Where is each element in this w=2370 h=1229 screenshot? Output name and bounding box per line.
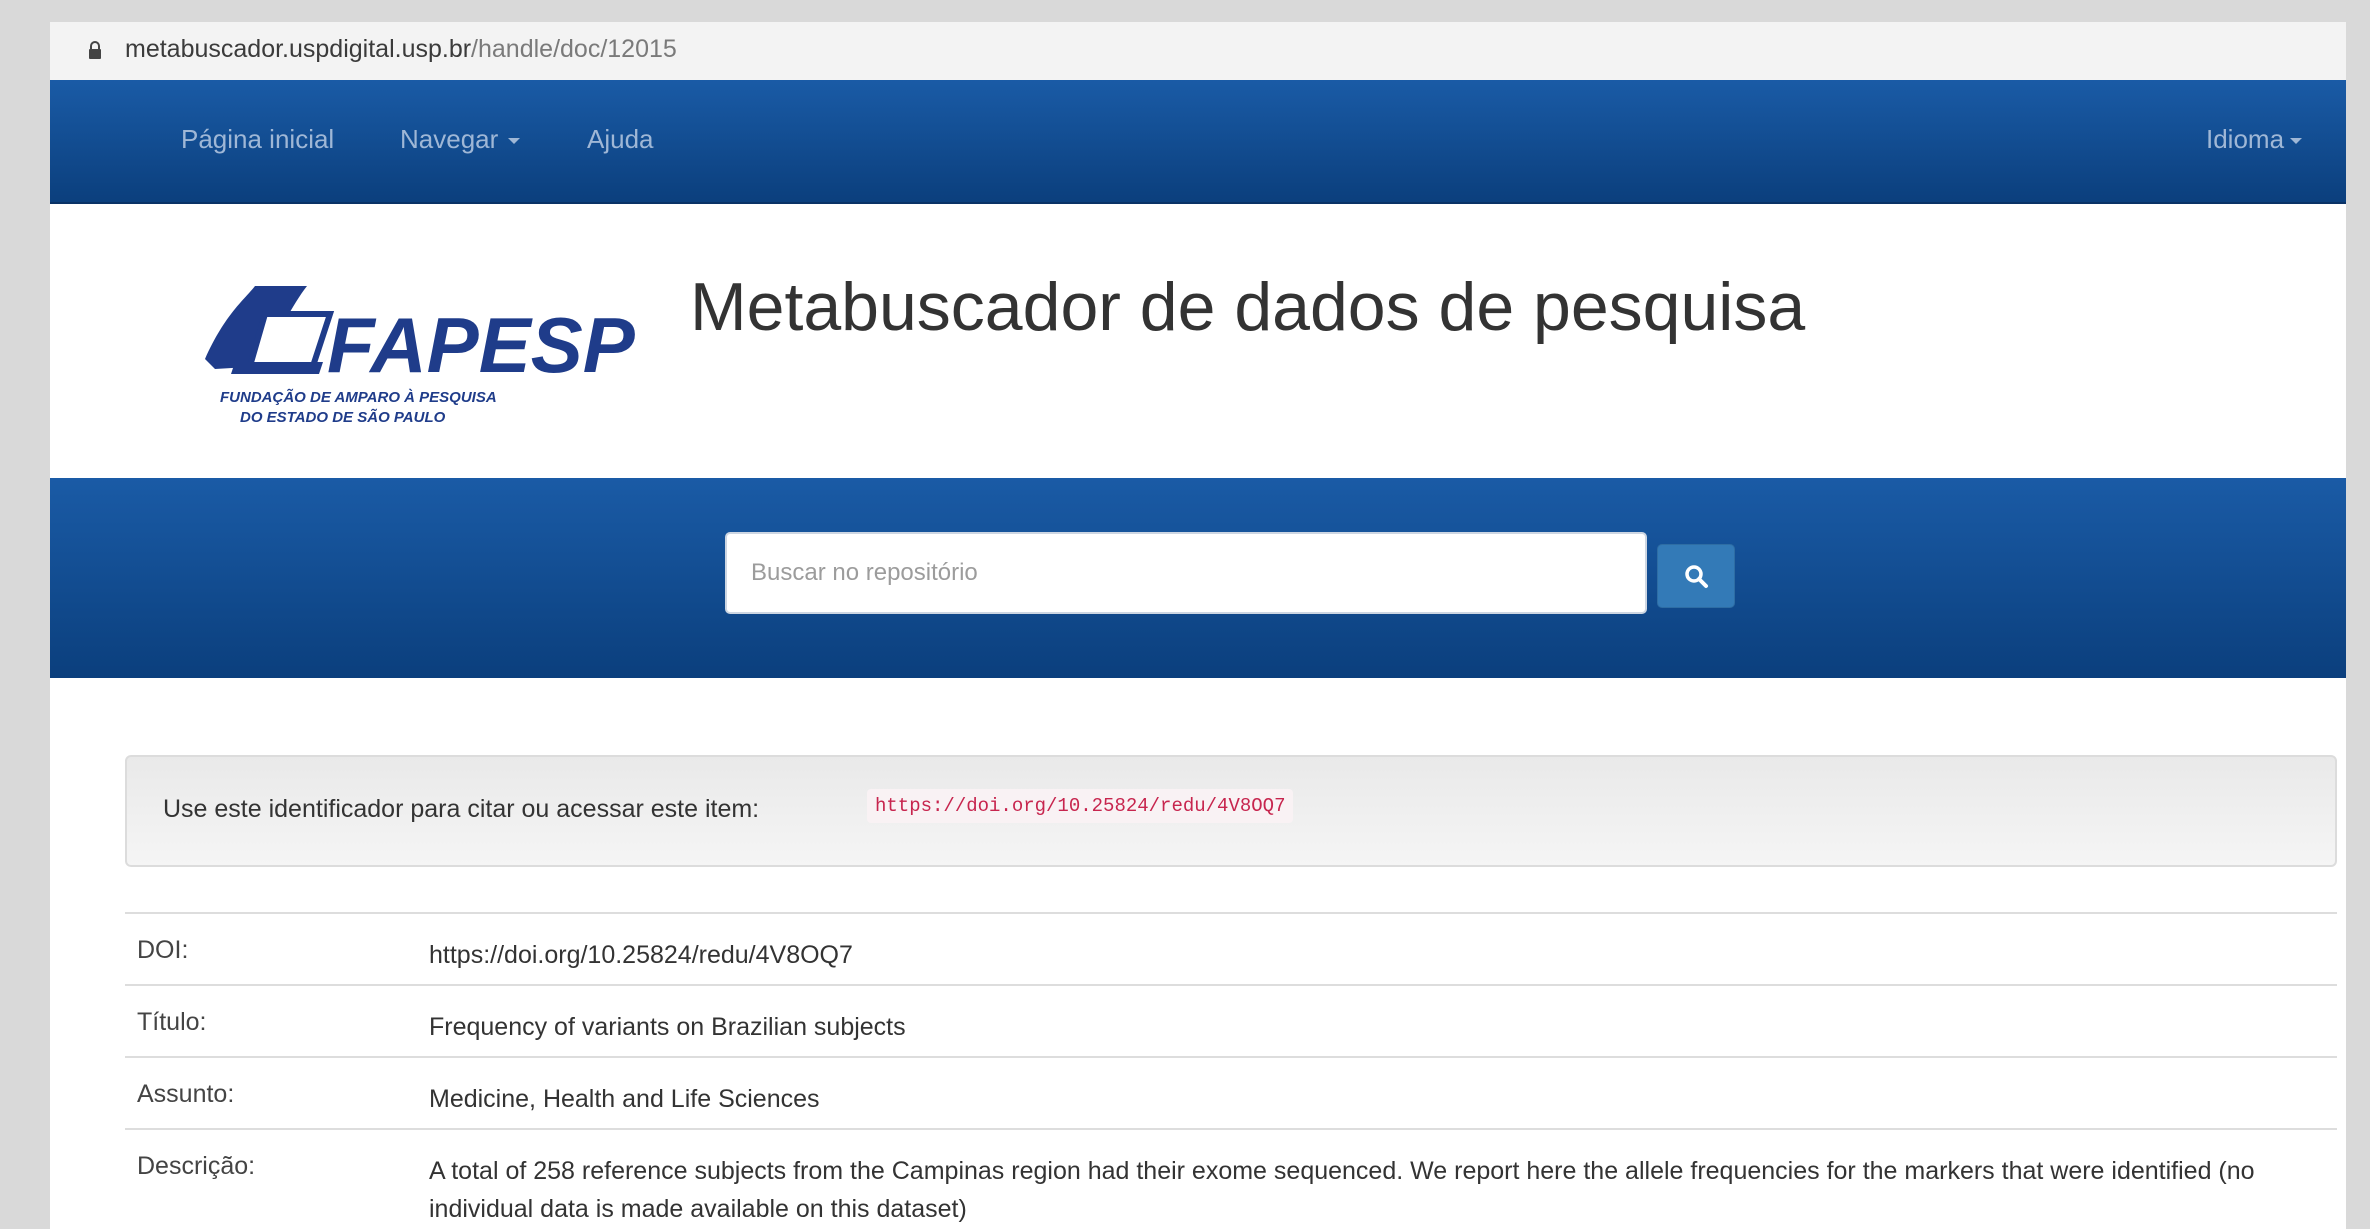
nav-browse-label: Navegar <box>400 124 499 154</box>
metadata-key: Assunto: <box>125 1056 417 1129</box>
url-path: /handle/doc/12015 <box>471 35 677 63</box>
identifier-box: Use este identificador para citar ou ace… <box>125 755 2337 867</box>
search-icon <box>1685 565 1708 588</box>
metadata-table: DOI: https://doi.org/10.25824/redu/4V8OQ… <box>125 912 2337 1228</box>
address-bar[interactable]: metabuscador.uspdigital.usp.br/handle/do… <box>50 22 2346 80</box>
nav-help-label: Ajuda <box>587 124 654 154</box>
nav-help[interactable]: Ajuda <box>587 124 654 155</box>
table-row: DOI: https://doi.org/10.25824/redu/4V8OQ… <box>125 912 2337 985</box>
table-row: Descrição: A total of 258 reference subj… <box>125 1128 2337 1228</box>
nav-browse-dropdown[interactable]: Navegar <box>400 124 521 155</box>
search-button[interactable] <box>1657 544 1735 608</box>
lock-icon <box>89 41 101 59</box>
nav-home-label: Página inicial <box>181 124 335 154</box>
logo-wordmark: FAPESP <box>327 301 635 389</box>
url-host: metabuscador.uspdigital.usp.br <box>125 35 472 63</box>
metadata-value: https://doi.org/10.25824/redu/4V8OQ7 <box>417 912 2337 985</box>
metadata-key: Título: <box>125 984 417 1057</box>
chevron-down-icon <box>508 138 521 145</box>
logo-subtitle-line-2: DO ESTADO DE SÃO PAULO <box>240 408 446 426</box>
nav-language-label: Idioma <box>2206 124 2285 154</box>
nav-home[interactable]: Página inicial <box>181 124 334 155</box>
table-row: Assunto: Medicine, Health and Life Scien… <box>125 1056 2337 1129</box>
browser-window: metabuscador.uspdigital.usp.br/handle/do… <box>50 22 2346 1229</box>
top-navbar: Página inicial Navegar Ajuda Idioma <box>50 80 2346 204</box>
metadata-value: Medicine, Health and Life Sciences <box>417 1056 2337 1129</box>
metadata-value: Frequency of variants on Brazilian subje… <box>417 984 2337 1057</box>
metadata-key: DOI: <box>125 912 417 985</box>
search-input[interactable] <box>725 532 1647 614</box>
url[interactable]: metabuscador.uspdigital.usp.br/handle/do… <box>125 35 677 64</box>
table-row: Título: Frequency of variants on Brazili… <box>125 984 2337 1057</box>
page-title: Metabuscador de dados de pesquisa <box>690 269 1806 345</box>
site-header: FAPESP FUNDAÇÃO DE AMPARO À PESQUISA DO … <box>50 204 2346 498</box>
search-band <box>50 478 2346 678</box>
chevron-down-icon <box>2290 138 2303 145</box>
identifier-link[interactable]: https://doi.org/10.25824/redu/4V8OQ7 <box>867 789 1294 823</box>
metadata-value: A total of 258 reference subjects from t… <box>417 1128 2337 1228</box>
identifier-label: Use este identificador para citar ou ace… <box>163 795 760 823</box>
nav-language-dropdown[interactable]: Idioma <box>2206 124 2303 155</box>
fapesp-logo[interactable]: FAPESP FUNDAÇÃO DE AMPARO À PESQUISA DO … <box>195 274 635 439</box>
logo-subtitle-line-1: FUNDAÇÃO DE AMPARO À PESQUISA <box>220 388 497 406</box>
metadata-key: Descrição: <box>125 1128 417 1228</box>
